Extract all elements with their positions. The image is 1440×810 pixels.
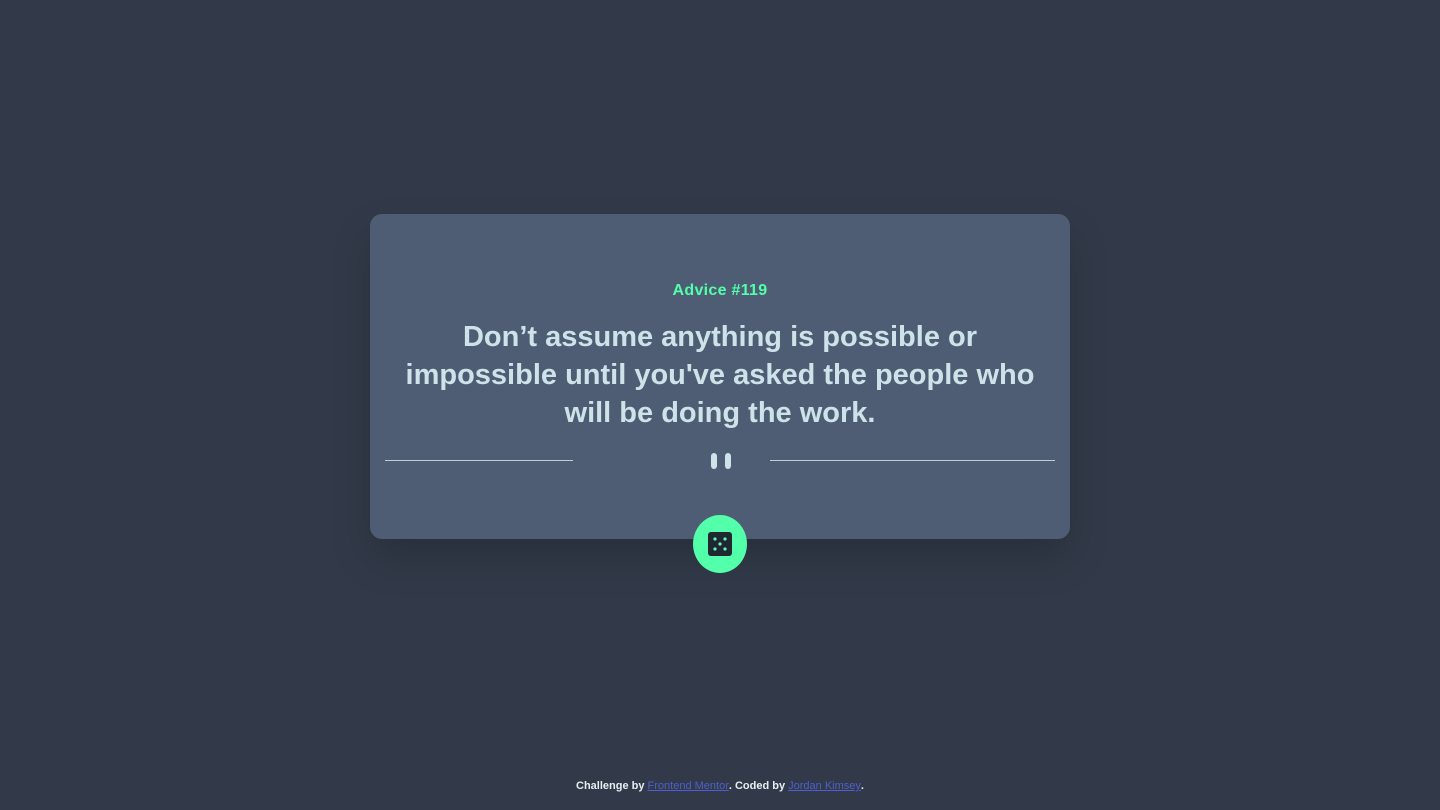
attribution-challenge-prefix: Challenge by	[576, 780, 648, 792]
generate-advice-button[interactable]	[693, 515, 747, 573]
advice-text: Don’t assume anything is possible or imp…	[405, 321, 1035, 429]
attribution-coded-prefix: . Coded by	[728, 780, 789, 792]
advice-card: Advice #119 Don’t assume anything is pos…	[370, 214, 1070, 539]
attribution-suffix: .	[860, 780, 864, 792]
divider-line-right	[770, 460, 1055, 461]
pattern-divider	[385, 453, 1055, 469]
divider-line-left	[385, 460, 573, 461]
frontend-mentor-link[interactable]: Frontend Mentor	[648, 780, 729, 792]
advice-id: Advice #119	[672, 282, 768, 299]
dice-icon	[708, 532, 732, 556]
attribution: Challenge by Frontend Mentor. Coded by J…	[0, 780, 1440, 792]
author-link[interactable]: Jordan Kimsey	[788, 780, 861, 792]
pause-icon	[711, 453, 731, 469]
